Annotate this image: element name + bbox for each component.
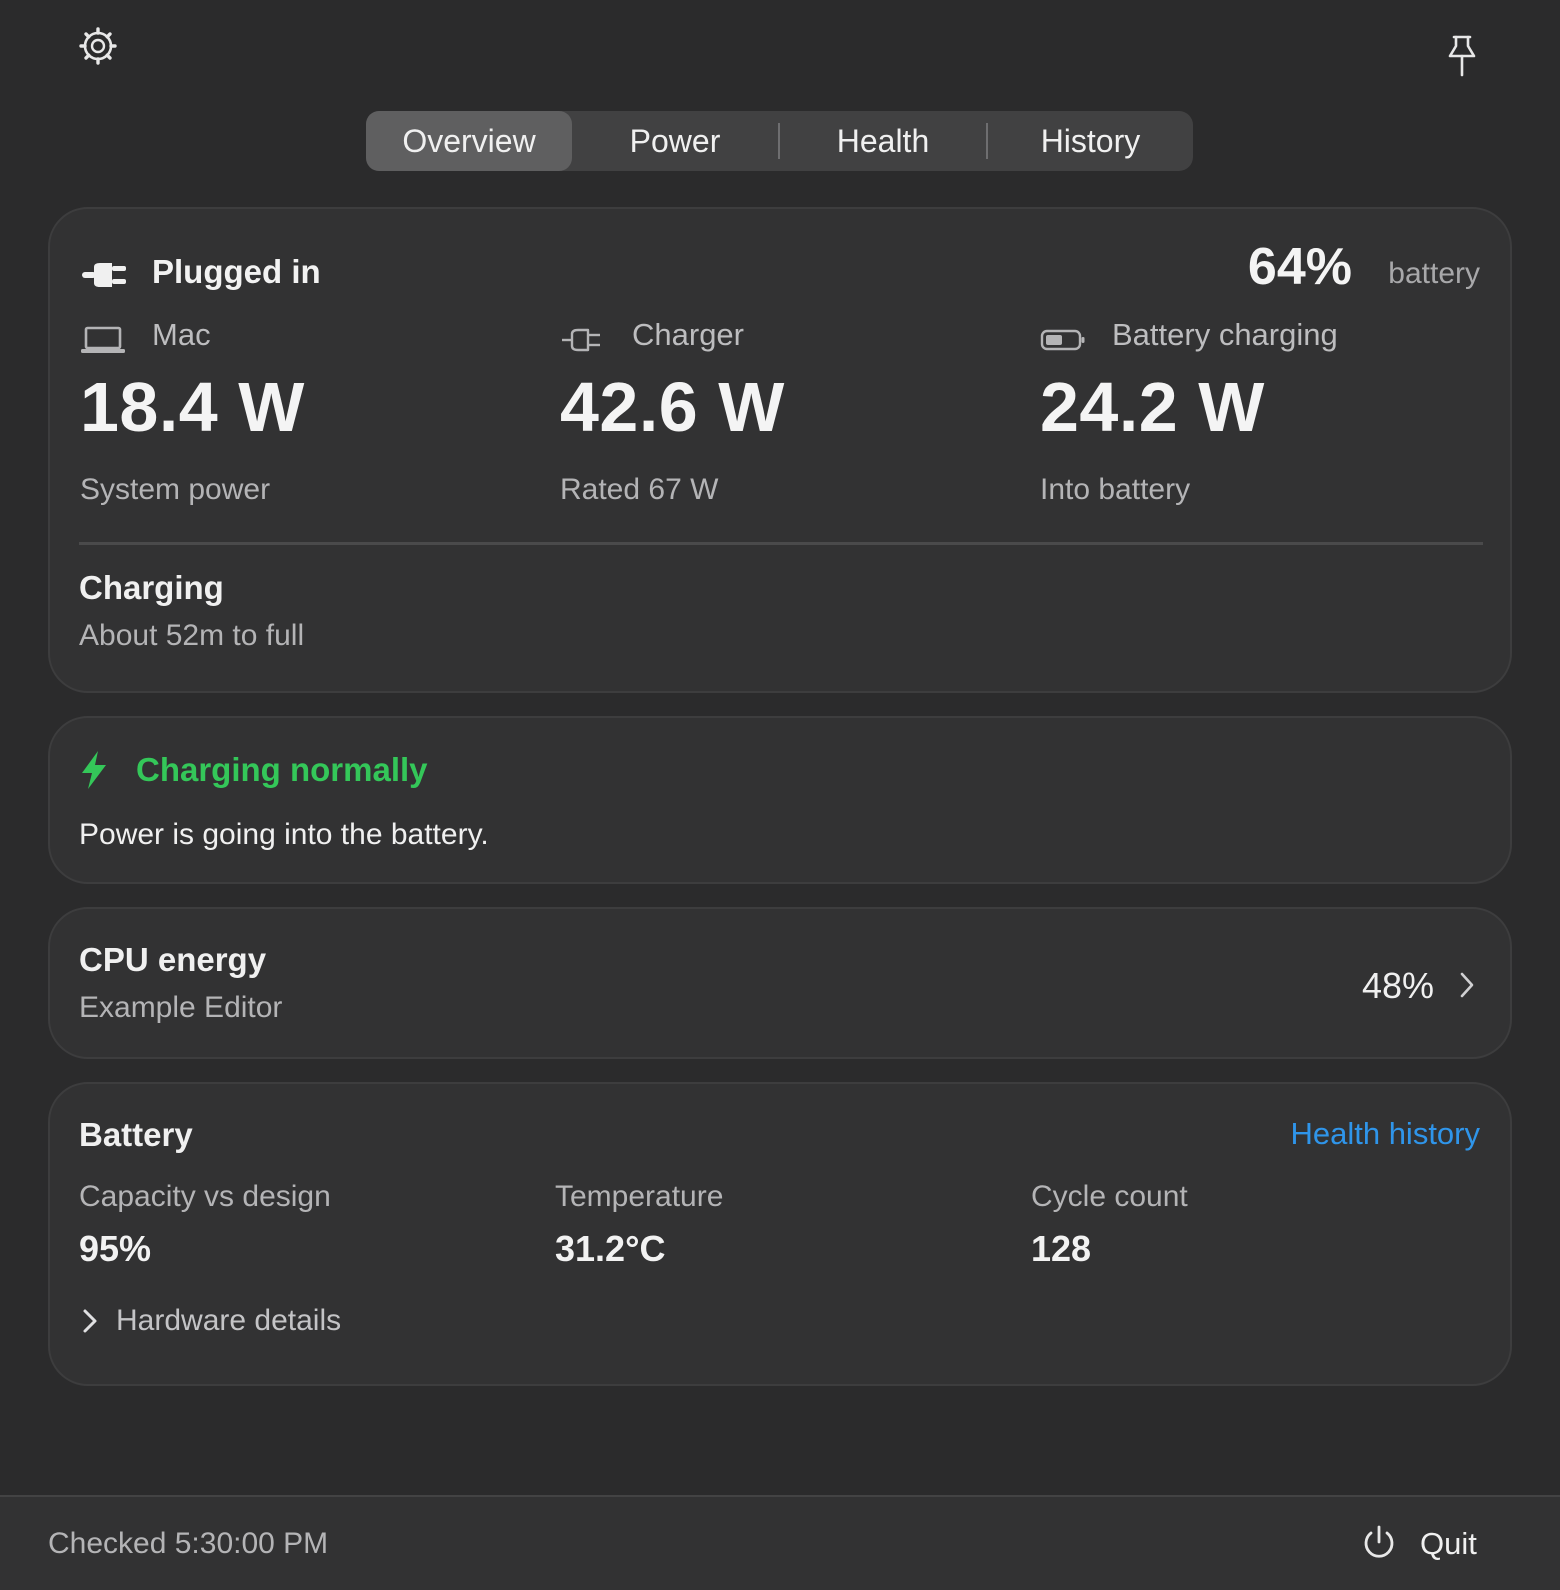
charger-power-column: Charger 42.6 W Rated 67 W bbox=[560, 317, 1020, 517]
laptop-icon bbox=[80, 325, 126, 355]
battery-percentage-unit: battery bbox=[1388, 257, 1480, 290]
tab-overview[interactable]: Overview bbox=[366, 111, 572, 171]
tab-history[interactable]: History bbox=[988, 111, 1193, 171]
charging-status-title: Charging normally bbox=[136, 751, 428, 788]
temperature-stat: Temperature 31.2°C bbox=[555, 1180, 1015, 1270]
charger-power-value: 42.6 W bbox=[560, 368, 785, 446]
chevron-right-icon[interactable] bbox=[1456, 969, 1478, 1001]
power-icon[interactable] bbox=[1360, 1524, 1398, 1562]
battery-charging-label: Battery charging bbox=[1112, 317, 1338, 352]
system-power-value: 18.4 W bbox=[80, 368, 305, 446]
battery-charging-column: Battery charging 24.2 W Into battery bbox=[1040, 317, 1500, 517]
last-checked-time: Checked 5:30:00 PM bbox=[48, 1527, 329, 1560]
temperature-label: Temperature bbox=[555, 1180, 724, 1213]
mac-label: Mac bbox=[152, 317, 211, 352]
mac-power-column: Mac 18.4 W System power bbox=[80, 317, 540, 517]
hardware-details-disclosure[interactable]: Hardware details bbox=[80, 1304, 341, 1338]
tab-power[interactable]: Power bbox=[572, 111, 778, 171]
system-power-caption: System power bbox=[80, 473, 271, 506]
battery-card: Battery Health history Capacity vs desig… bbox=[48, 1082, 1512, 1386]
cycle-count-value: 128 bbox=[1031, 1228, 1092, 1269]
capacity-value: 95% bbox=[79, 1228, 152, 1269]
cpu-energy-card[interactable]: CPU energy Example Editor 48% bbox=[48, 907, 1512, 1059]
charger-rating-caption: Rated 67 W bbox=[560, 473, 719, 506]
charging-status-card: Charging normally Power is going into th… bbox=[48, 716, 1512, 884]
charger-label: Charger bbox=[632, 317, 744, 352]
time-to-full: About 52m to full bbox=[79, 619, 305, 652]
battery-charging-value: 24.2 W bbox=[1040, 368, 1265, 446]
battery-charging-caption: Into battery bbox=[1040, 473, 1191, 506]
footer: Checked 5:30:00 PM Quit bbox=[0, 1495, 1560, 1590]
cpu-energy-app: Example Editor bbox=[79, 991, 283, 1024]
plug-icon bbox=[82, 261, 128, 289]
hardware-details-label: Hardware details bbox=[116, 1304, 342, 1337]
gear-icon[interactable] bbox=[76, 24, 120, 68]
cycle-count-stat: Cycle count 128 bbox=[1031, 1180, 1491, 1270]
capacity-label: Capacity vs design bbox=[79, 1180, 331, 1213]
temperature-value: 31.2°C bbox=[555, 1228, 666, 1269]
power-source-label: Plugged in bbox=[152, 253, 321, 290]
battery-icon bbox=[1040, 325, 1086, 355]
tab-bar: Overview Power Health History bbox=[366, 111, 1193, 171]
chevron-right-icon bbox=[80, 1306, 100, 1336]
health-history-link[interactable]: Health history bbox=[1290, 1116, 1480, 1152]
cpu-energy-percent: 48% bbox=[1361, 965, 1434, 1006]
tab-health[interactable]: Health bbox=[780, 111, 986, 171]
battery-title: Battery bbox=[79, 1116, 193, 1153]
bolt-icon bbox=[78, 750, 110, 790]
cpu-energy-title: CPU energy bbox=[79, 941, 267, 978]
pin-icon[interactable] bbox=[1442, 32, 1482, 80]
capacity-stat: Capacity vs design 95% bbox=[79, 1180, 539, 1270]
charging-status-description: Power is going into the battery. bbox=[79, 818, 489, 851]
charger-icon bbox=[560, 325, 606, 355]
divider bbox=[79, 542, 1483, 545]
cycle-count-label: Cycle count bbox=[1031, 1180, 1188, 1213]
charging-title: Charging bbox=[79, 569, 224, 606]
power-summary-card: Plugged in 64% battery Mac 18.4 W System… bbox=[48, 207, 1512, 693]
battery-popover: Overview Power Health History Plugged in… bbox=[0, 0, 1560, 1590]
quit-button[interactable]: Quit bbox=[1420, 1526, 1477, 1562]
battery-percentage: 64% bbox=[1247, 238, 1352, 296]
